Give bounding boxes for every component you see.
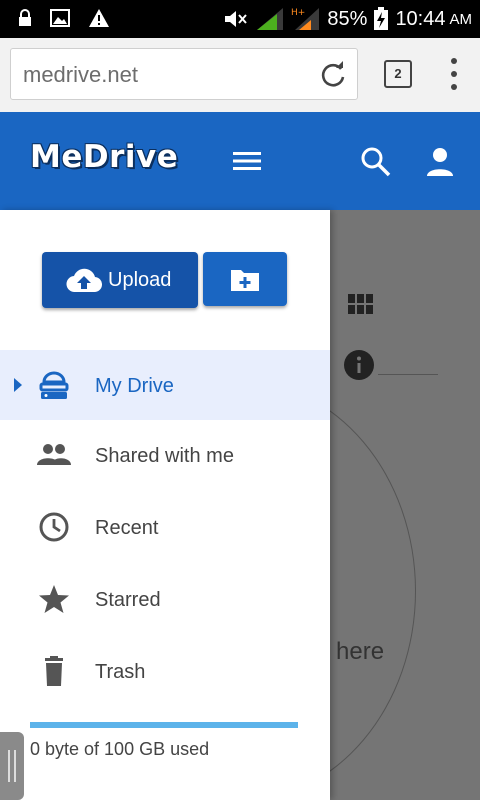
signal-icon	[257, 8, 284, 30]
app-header: MeDrive	[0, 112, 480, 210]
handle-grip	[14, 750, 16, 782]
nav-item-trash[interactable]: Trash	[0, 636, 330, 708]
signal-hplus-icon: H+	[291, 8, 320, 30]
divider	[378, 374, 438, 375]
nav-item-label: My Drive	[95, 375, 174, 397]
dropzone-text: here	[336, 638, 385, 665]
clock-time: 10:44	[395, 7, 446, 30]
battery-charging-icon	[374, 7, 389, 30]
more-options-icon[interactable]	[440, 56, 468, 92]
star-icon	[39, 585, 69, 613]
account-icon[interactable]	[424, 146, 456, 178]
nav-item-shared-with-me[interactable]: Shared with me	[0, 420, 330, 492]
active-caret-icon	[14, 378, 22, 392]
new-folder-icon	[231, 270, 259, 291]
nav-item-label: Shared with me	[95, 445, 234, 467]
mute-icon	[225, 11, 248, 27]
cloud-upload-icon	[66, 268, 102, 293]
info-icon	[344, 350, 374, 380]
tab-switcher-button[interactable]: 2	[384, 60, 412, 88]
drawer-nav: My Drive Shared with me Recent Starred T…	[0, 350, 330, 708]
new-folder-button[interactable]	[203, 252, 287, 306]
tab-count: 2	[394, 66, 402, 81]
nav-item-label: Starred	[95, 589, 161, 611]
lock-icon	[19, 9, 31, 26]
handle-grip	[8, 750, 10, 782]
nav-item-label: Trash	[95, 661, 146, 683]
clock-ampm: AM	[449, 10, 473, 28]
url-bar[interactable]: medrive.net	[10, 48, 358, 100]
grid-view-icon	[348, 294, 373, 314]
warning-icon	[89, 9, 109, 27]
nav-item-starred[interactable]: Starred	[0, 564, 330, 636]
battery-percent: 85%	[327, 7, 368, 30]
upload-label: Upload	[108, 269, 172, 291]
clock-icon	[39, 512, 69, 542]
url-text[interactable]: medrive.net	[23, 62, 138, 88]
nav-item-my-drive[interactable]: My Drive	[0, 350, 330, 420]
search-icon[interactable]	[360, 146, 392, 178]
nav-item-label: Recent	[95, 517, 159, 539]
drawer-drag-handle[interactable]	[0, 732, 24, 800]
nav-item-recent[interactable]: Recent	[0, 492, 330, 564]
status-bar: H+ 85% 10:44 AM	[0, 0, 480, 38]
hamburger-menu-icon[interactable]	[233, 148, 263, 174]
svg-text:H+: H+	[291, 8, 305, 18]
upload-button[interactable]: Upload	[42, 252, 198, 308]
storage-usage-text: 0 byte of 100 GB used	[30, 739, 210, 759]
app-logo[interactable]: MeDrive	[30, 139, 178, 175]
image-icon	[50, 9, 70, 27]
browser-toolbar: medrive.net 2	[0, 38, 480, 113]
navigation-drawer: Upload My Drive Shared with me Recent St…	[0, 210, 330, 800]
trash-icon	[45, 656, 63, 686]
storage-progress-bar	[30, 722, 298, 728]
drive-icon	[39, 371, 69, 399]
reload-icon[interactable]	[319, 61, 347, 89]
people-icon	[37, 444, 71, 465]
